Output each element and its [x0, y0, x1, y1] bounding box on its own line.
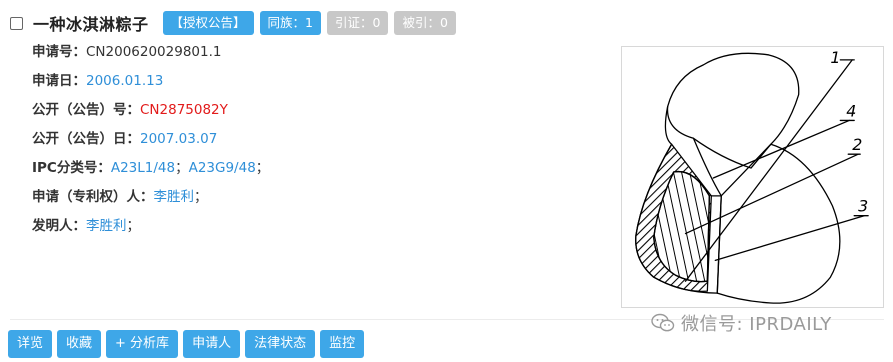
- inventor-end: ；: [126, 218, 141, 234]
- patent-drawing[interactable]: 1 4 2 3: [621, 46, 884, 308]
- application-number: CN200620029801.1: [86, 44, 222, 60]
- figure-label-1: 1: [830, 48, 840, 67]
- applicant-label: 申请（专利权）人：: [32, 189, 154, 205]
- add-to-analysis-button[interactable]: + 分析库: [106, 330, 179, 358]
- action-bar: 详览 收藏 + 分析库 申请人 法律状态 监控: [8, 330, 369, 358]
- favorite-button[interactable]: 收藏: [57, 330, 102, 358]
- ipc-separator: ；: [175, 160, 189, 176]
- cited-badge: 引证：0: [326, 11, 389, 35]
- publication-number-label: 公开（公告）号：: [32, 102, 140, 118]
- detail-button[interactable]: 详览: [8, 330, 53, 358]
- application-number-label: 申请号：: [32, 44, 86, 60]
- inventor-link[interactable]: 李胜利: [86, 218, 127, 234]
- patent-fields: 申请号：CN200620029801.1 申请日：2006.01.13 公开（公…: [32, 40, 269, 243]
- inventor-row: 发明人：李胜利；: [32, 214, 269, 243]
- patent-title[interactable]: 一种冰淇淋粽子: [33, 11, 149, 35]
- publication-date-link[interactable]: 2007.03.07: [140, 131, 217, 147]
- application-date-link[interactable]: 2006.01.13: [86, 73, 163, 89]
- watermark: 微信号: IPRDAILY: [651, 310, 832, 336]
- ipc-link-2[interactable]: A23G9/48: [189, 160, 256, 176]
- watermark-text: 微信号: IPRDAILY: [681, 314, 832, 335]
- family-badge[interactable]: 同族：1: [259, 11, 321, 35]
- publication-date-label: 公开（公告）日：: [32, 131, 140, 147]
- ipc-end: ；: [255, 160, 270, 176]
- ipc-label: IPC分类号：: [32, 160, 111, 176]
- grant-badge[interactable]: 【授权公告】: [162, 11, 254, 35]
- applicant-end: ；: [194, 189, 208, 205]
- legal-status-button[interactable]: 法律状态: [245, 330, 316, 358]
- record-header: 一种冰淇淋粽子 【授权公告】 同族：1 引证：0 被引：0: [10, 10, 462, 36]
- wechat-icon: [651, 313, 675, 332]
- application-date-row: 申请日：2006.01.13: [32, 69, 269, 98]
- application-date-label: 申请日：: [32, 73, 86, 89]
- applicant-button[interactable]: 申请人: [183, 330, 241, 358]
- ipc-link-1[interactable]: A23L1/48: [111, 160, 175, 176]
- ipc-row: IPC分类号：A23L1/48；A23G9/48；: [32, 156, 269, 185]
- zongzi-top-face: [666, 52, 800, 169]
- publication-number-row: 公开（公告）号：CN2875082Y: [32, 98, 269, 127]
- select-checkbox[interactable]: [10, 16, 23, 30]
- publication-date-row: 公开（公告）日：2007.03.07: [32, 127, 269, 156]
- figure-label-4: 4: [846, 101, 856, 120]
- figure-label-2: 2: [852, 135, 862, 154]
- application-number-row: 申请号：CN200620029801.1: [32, 40, 269, 69]
- figure-label-3: 3: [858, 197, 868, 216]
- applicant-link[interactable]: 李胜利: [154, 189, 195, 205]
- patent-drawing-svg: 1 4 2 3: [635, 48, 869, 304]
- publication-number-link[interactable]: CN2875082Y: [140, 102, 228, 118]
- cited-by-badge: 被引：0: [394, 11, 456, 35]
- applicant-row: 申请（专利权）人：李胜利；: [32, 185, 269, 214]
- inventor-label: 发明人：: [32, 218, 86, 234]
- monitor-button[interactable]: 监控: [320, 330, 365, 358]
